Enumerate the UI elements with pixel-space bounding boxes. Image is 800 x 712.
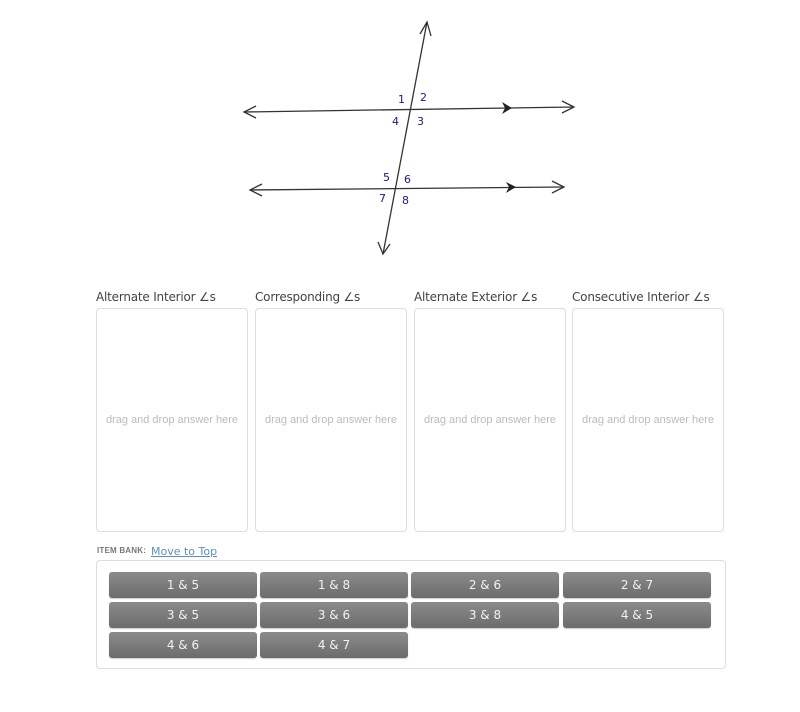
angle-label-6: 6 (404, 173, 411, 186)
category-label-alternate-interior: Alternate Interior ∠s (96, 290, 216, 304)
item-bank: 1 & 5 1 & 8 2 & 6 2 & 7 3 & 5 3 & 6 3 & … (96, 560, 726, 669)
drop-zone-hint: drag and drop answer here (423, 414, 557, 426)
item-chip[interactable]: 4 & 6 (109, 632, 257, 658)
item-chip[interactable]: 4 & 7 (260, 632, 408, 658)
transversal-line (382, 21, 428, 255)
angle-label-4: 4 (392, 115, 399, 128)
angle-label-5: 5 (383, 171, 390, 184)
angle-label-2: 2 (420, 91, 427, 104)
item-chip[interactable]: 4 & 5 (563, 602, 711, 628)
parallel-line-bottom (249, 186, 565, 191)
item-chip[interactable]: 2 & 7 (563, 572, 711, 598)
angle-label-8: 8 (402, 194, 409, 207)
item-chip[interactable]: 1 & 8 (260, 572, 408, 598)
parallel-lines-transversal-diagram: 1 2 3 4 5 6 7 8 (242, 20, 576, 256)
move-to-top-link[interactable]: Move to Top (151, 545, 217, 558)
drop-zone-alternate-interior[interactable]: drag and drop answer here (96, 308, 248, 532)
drop-zone-alternate-exterior[interactable]: drag and drop answer here (414, 308, 566, 532)
drop-zone-hint: drag and drop answer here (581, 414, 715, 426)
item-chip[interactable]: 3 & 6 (260, 602, 408, 628)
angle-label-7: 7 (379, 192, 386, 205)
parallel-line-top (243, 106, 575, 113)
drop-zone-hint: drag and drop answer here (105, 414, 239, 426)
category-label-corresponding: Corresponding ∠s (255, 290, 361, 304)
item-chip[interactable]: 3 & 8 (411, 602, 559, 628)
category-label-consecutive-interior: Consecutive Interior ∠s (572, 290, 710, 304)
angle-label-1: 1 (398, 93, 405, 106)
item-chip[interactable]: 3 & 5 (109, 602, 257, 628)
item-chip[interactable]: 1 & 5 (109, 572, 257, 598)
category-label-alternate-exterior: Alternate Exterior ∠s (414, 290, 538, 304)
drop-zone-hint: drag and drop answer here (264, 414, 398, 426)
drop-zone-corresponding[interactable]: drag and drop answer here (255, 308, 407, 532)
item-bank-label: ITEM BANK: (97, 546, 147, 555)
angle-label-3: 3 (417, 115, 424, 128)
item-chip[interactable]: 2 & 6 (411, 572, 559, 598)
drop-zone-consecutive-interior[interactable]: drag and drop answer here (572, 308, 724, 532)
